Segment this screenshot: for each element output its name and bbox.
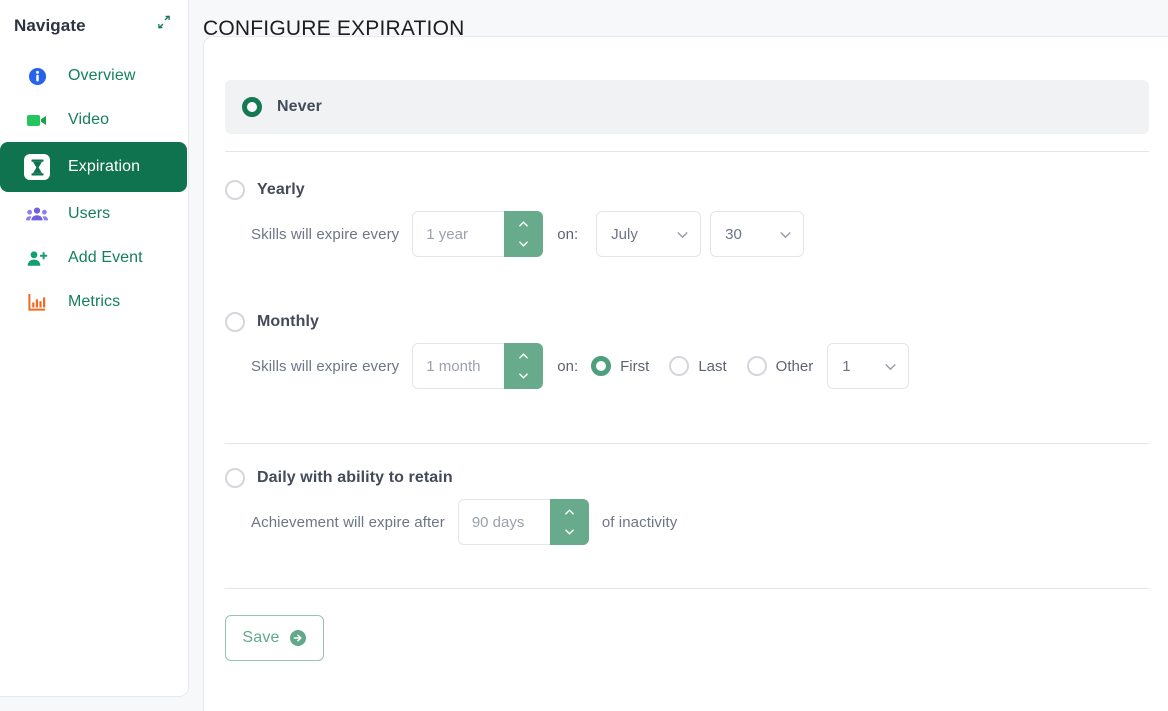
- sidebar-item-label: Users: [68, 205, 111, 222]
- option-daily-header[interactable]: Daily with ability to retain: [225, 468, 677, 488]
- chevron-up-icon: [519, 221, 529, 227]
- sidebar-item-add-event[interactable]: Add Event: [0, 236, 188, 280]
- option-yearly-header[interactable]: Yearly: [225, 180, 804, 200]
- yearly-amount-stepper[interactable]: [412, 211, 544, 257]
- monthly-other-value: 1: [842, 357, 851, 375]
- option-yearly-label: Yearly: [257, 181, 305, 198]
- option-yearly-controls: Skills will expire every on: July: [251, 211, 805, 257]
- save-button-label: Save: [242, 629, 280, 646]
- monthly-choice-last[interactable]: Last: [669, 356, 742, 376]
- chevron-down-icon: [564, 529, 574, 535]
- sidebar-item-video[interactable]: Video: [0, 98, 188, 142]
- expiration-config-card: Never Yearly Skills will expire every 1 …: [203, 36, 1168, 711]
- monthly-choice-label: Other: [775, 357, 814, 375]
- daily-amount-input[interactable]: [457, 499, 550, 545]
- chevron-up-icon: [519, 353, 529, 359]
- option-monthly-controls: Skills will expire every on:: [251, 343, 910, 389]
- bar-chart-icon: [24, 289, 50, 315]
- info-circle-icon: [24, 63, 50, 89]
- video-camera-icon: [24, 107, 50, 133]
- chevron-down-icon: [780, 231, 791, 238]
- option-daily-label: Daily with ability to retain: [257, 469, 453, 486]
- yearly-helper-text: Skills will expire every: [251, 225, 400, 243]
- sidebar-item-metrics[interactable]: Metrics: [0, 280, 188, 324]
- save-button[interactable]: Save: [225, 615, 324, 661]
- option-monthly-block: Monthly Skills will expire every on:: [225, 312, 910, 389]
- radio-monthly[interactable]: [225, 312, 245, 332]
- option-never-label: Never: [277, 98, 322, 115]
- monthly-choice-label: First: [620, 357, 650, 375]
- divider-3: [225, 588, 1149, 589]
- monthly-amount-input[interactable]: [412, 343, 505, 389]
- users-group-icon: [24, 201, 50, 227]
- option-daily-block: Daily with ability to retain Achievement…: [225, 468, 677, 545]
- yearly-spinner[interactable]: [504, 211, 544, 257]
- radio-other[interactable]: [746, 356, 767, 376]
- option-monthly-header[interactable]: Monthly: [225, 312, 909, 332]
- option-daily-controls: Achievement will expire after of inactiv…: [251, 499, 677, 545]
- option-never-row[interactable]: Never: [225, 80, 1149, 134]
- sidebar-item-label: Video: [68, 111, 110, 128]
- yearly-day-value: 30: [725, 225, 742, 243]
- hourglass-icon: [24, 154, 50, 180]
- sidebar-item-users[interactable]: Users: [0, 192, 188, 236]
- chevron-up-icon: [564, 509, 574, 515]
- option-monthly-label: Monthly: [257, 313, 320, 330]
- yearly-day-select[interactable]: 30: [710, 211, 805, 257]
- daily-helper-before: Achievement will expire after: [251, 513, 445, 531]
- sidebar-item-overview[interactable]: Overview: [0, 54, 188, 98]
- yearly-amount-input[interactable]: [412, 211, 505, 257]
- sidebar: Navigate Overview Video Expiration Users…: [0, 0, 189, 697]
- radio-last[interactable]: [669, 356, 690, 376]
- divider-1: [225, 151, 1149, 152]
- daily-amount-stepper[interactable]: [457, 499, 589, 545]
- sidebar-item-label: Expiration: [68, 158, 141, 175]
- radio-daily[interactable]: [225, 468, 245, 488]
- chevron-down-icon: [677, 231, 688, 238]
- user-plus-icon: [24, 245, 50, 271]
- chevron-down-icon: [885, 363, 896, 370]
- monthly-choice-label: Last: [698, 357, 727, 375]
- sidebar-item-label: Overview: [68, 67, 136, 84]
- sidebar-title: Navigate: [14, 16, 86, 35]
- radio-never[interactable]: [242, 97, 262, 117]
- monthly-choice-other[interactable]: Other: [746, 356, 814, 376]
- collapse-arrows-icon[interactable]: [154, 12, 174, 32]
- daily-spinner[interactable]: [549, 499, 589, 545]
- sidebar-item-expiration[interactable]: Expiration: [0, 142, 187, 192]
- arrow-right-circle-icon: [289, 630, 306, 646]
- sidebar-nav: Overview Video Expiration Users Add Even…: [0, 54, 188, 324]
- option-yearly-block: Yearly Skills will expire every on:: [225, 180, 805, 257]
- yearly-month-select[interactable]: July: [596, 211, 702, 257]
- sidebar-header: Navigate: [0, 0, 188, 54]
- radio-yearly[interactable]: [225, 180, 245, 200]
- monthly-choice-first[interactable]: First: [591, 356, 665, 376]
- daily-helper-after: of inactivity: [601, 513, 678, 531]
- chevron-down-icon: [519, 373, 529, 379]
- yearly-month-value: July: [611, 225, 638, 243]
- radio-first[interactable]: [591, 356, 612, 376]
- monthly-on-label: on:: [557, 357, 579, 375]
- divider-2: [225, 443, 1149, 444]
- sidebar-item-label: Add Event: [68, 249, 143, 266]
- chevron-down-icon: [519, 241, 529, 247]
- monthly-helper-text: Skills will expire every: [251, 357, 400, 375]
- monthly-other-select[interactable]: 1: [827, 343, 910, 389]
- monthly-spinner[interactable]: [504, 343, 544, 389]
- sidebar-item-label: Metrics: [68, 293, 121, 310]
- monthly-amount-stepper[interactable]: [412, 343, 544, 389]
- main-content: CONFIGURE EXPIRATION Never Yearly Skills…: [189, 0, 1168, 711]
- yearly-on-label: on:: [557, 225, 579, 243]
